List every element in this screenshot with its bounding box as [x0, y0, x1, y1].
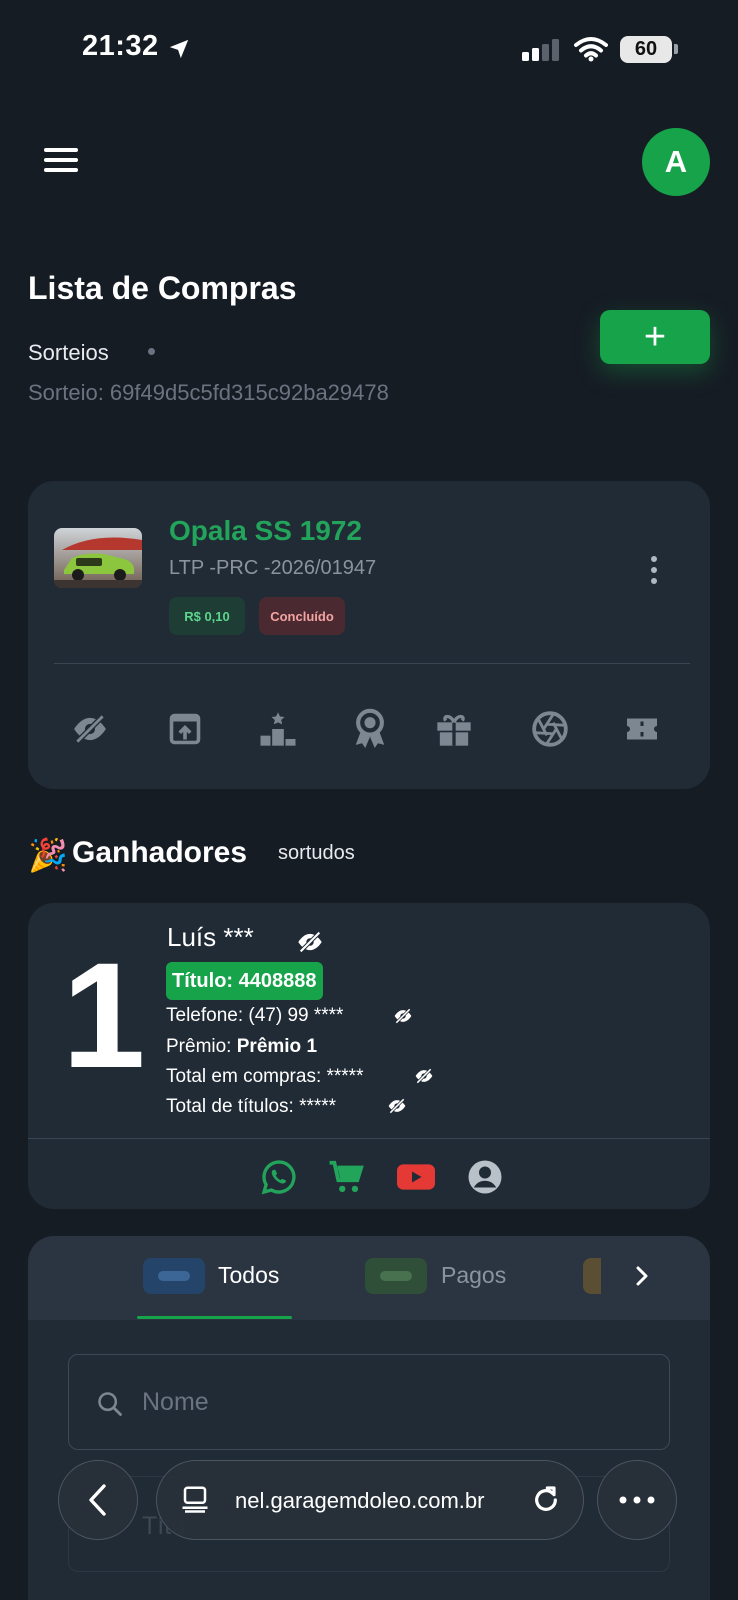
cellular-signal-icon	[522, 39, 559, 61]
winner-prize-label: Prêmio:	[166, 1036, 237, 1057]
location-arrow-icon	[169, 39, 189, 59]
menu-icon[interactable]	[44, 148, 78, 172]
breadcrumb-sorteios[interactable]: Sorteios	[28, 340, 109, 366]
reload-icon[interactable]	[530, 1484, 562, 1521]
user-profile-icon[interactable]	[466, 1158, 504, 1196]
search-placeholder: Nome	[142, 1388, 209, 1416]
tab-pagos[interactable]: Pagos	[441, 1262, 506, 1289]
sorteio-id: Sorteio: 69f49d5c5fd315c92ba29478	[28, 380, 389, 405]
eye-off-icon[interactable]	[414, 1066, 434, 1091]
winner-phone: Telefone: (47) 99 ****	[166, 1005, 344, 1026]
avatar[interactable]: A	[642, 128, 710, 196]
gift-icon[interactable]	[434, 709, 474, 749]
winner-name: Luís ***	[167, 922, 254, 952]
browser-back-button[interactable]	[58, 1460, 138, 1540]
card-divider	[54, 663, 690, 664]
add-button[interactable]: +	[600, 310, 710, 364]
award-icon[interactable]	[350, 708, 390, 749]
winners-title: Ganhadores	[72, 836, 248, 869]
battery-tip	[674, 44, 678, 54]
tab-next-badge-partial	[583, 1258, 601, 1294]
raffle-name[interactable]: Opala SS 1972	[169, 515, 362, 547]
battery-indicator: 60	[620, 36, 672, 63]
browser-more-button[interactable]	[597, 1460, 677, 1540]
tab-todos[interactable]: Todos	[218, 1262, 279, 1289]
eye-off-icon[interactable]	[387, 1096, 407, 1121]
raffle-thumbnail	[54, 528, 142, 588]
winner-title-badge: Título: 4408888	[166, 962, 323, 1000]
status-time: 21:32	[82, 30, 159, 62]
eye-off-icon[interactable]	[70, 709, 110, 749]
breadcrumb-separator	[148, 348, 155, 355]
tabs-overview-icon[interactable]	[180, 1484, 210, 1519]
page-title: Lista de Compras	[28, 270, 297, 306]
podium-icon[interactable]	[258, 709, 298, 749]
status-badge: Concluído	[259, 597, 345, 635]
youtube-icon[interactable]	[397, 1158, 435, 1196]
open-external-icon[interactable]	[165, 709, 205, 749]
eye-off-icon[interactable]	[296, 928, 324, 961]
winner-total-titles: Total de títulos: *****	[166, 1096, 337, 1117]
price-badge: R$ 0,10	[169, 597, 245, 635]
whatsapp-icon[interactable]	[260, 1158, 298, 1196]
winner-prize: Prêmio: Prêmio 1	[166, 1036, 317, 1058]
active-tab-indicator	[137, 1316, 292, 1319]
winner-prize-value: Prêmio 1	[236, 1036, 318, 1057]
aperture-icon[interactable]	[530, 709, 570, 749]
tab-all-badge	[143, 1258, 205, 1294]
browser-url-text: nel.garagemdoleo.com.br	[235, 1488, 485, 1513]
search-icon	[96, 1390, 124, 1423]
more-options-icon[interactable]	[651, 556, 659, 589]
winner-rank: 1	[62, 931, 146, 1099]
chevron-right-icon[interactable]	[632, 1264, 652, 1293]
tab-paid-badge	[365, 1258, 427, 1294]
eye-off-icon[interactable]	[393, 1006, 413, 1031]
wifi-icon	[574, 37, 608, 62]
winner-total-purchases: Total em compras: *****	[166, 1066, 364, 1087]
winners-subtitle: sortudos	[278, 842, 355, 864]
raffle-code: LTP -PRC -2026/01947	[169, 557, 377, 579]
ticket-icon[interactable]	[622, 709, 662, 749]
party-popper-icon: 🎉	[28, 837, 68, 873]
winner-divider	[28, 1138, 710, 1139]
shopping-cart-icon[interactable]	[328, 1158, 366, 1196]
